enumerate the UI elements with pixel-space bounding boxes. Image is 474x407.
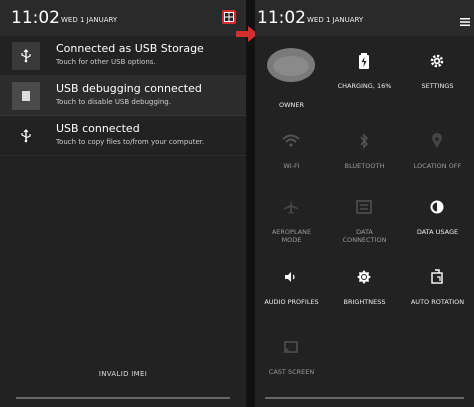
usb-icon bbox=[12, 122, 40, 150]
tile-data-connection[interactable]: DATA CONNECTION bbox=[328, 190, 401, 250]
battery-charging-icon bbox=[354, 51, 374, 71]
status-header: 11:02 WED 1 JANUARY bbox=[0, 0, 246, 36]
tile-auto-rotation[interactable]: AUTO ROTATION bbox=[401, 260, 474, 320]
data-usage-icon bbox=[427, 197, 447, 217]
clock-time: 11:02 bbox=[257, 8, 306, 28]
tile-label: AEROPLANE MODE bbox=[271, 228, 312, 244]
bottom-handle[interactable] bbox=[265, 397, 464, 399]
tile-label: BLUETOOTH bbox=[344, 162, 385, 170]
data-connection-icon bbox=[354, 197, 374, 217]
tile-label: AUDIO PROFILES bbox=[264, 298, 319, 306]
usb-icon bbox=[12, 42, 40, 70]
tile-wifi[interactable]: WI-FI bbox=[255, 124, 328, 184]
clock-time: 11:02 bbox=[11, 8, 60, 28]
tile-location[interactable]: LOCATION OFF bbox=[401, 124, 474, 184]
tile-aeroplane-mode[interactable]: AEROPLANE MODE bbox=[255, 190, 328, 250]
clock-date: WED 1 JANUARY bbox=[61, 16, 118, 24]
gear-icon bbox=[427, 51, 447, 71]
wifi-icon bbox=[281, 131, 301, 151]
notification-usb-storage[interactable]: Connected as USB Storage Touch for other… bbox=[0, 36, 246, 76]
notification-usb-debugging[interactable]: USB debugging connected Touch to disable… bbox=[0, 76, 246, 116]
notification-title: Connected as USB Storage bbox=[56, 42, 204, 55]
auto-rotation-icon bbox=[427, 267, 447, 287]
screenshot-root: 11:02 WED 1 JANUARY Connected as USB Sto… bbox=[0, 0, 474, 407]
owner-avatar-icon bbox=[267, 48, 315, 82]
tile-label: OWNER bbox=[278, 101, 305, 109]
debugging-icon bbox=[12, 82, 40, 110]
tile-brightness[interactable]: BRIGHTNESS bbox=[328, 260, 401, 320]
tile-label: BRIGHTNESS bbox=[343, 298, 386, 306]
bluetooth-icon bbox=[354, 131, 374, 151]
audio-profiles-icon bbox=[281, 267, 301, 287]
clock-date: WED 1 JANUARY bbox=[307, 16, 364, 24]
notification-subtitle: Touch to copy files to/from your compute… bbox=[56, 138, 205, 146]
tile-label: CAST SCREEN bbox=[268, 368, 315, 376]
notification-panel: 11:02 WED 1 JANUARY Connected as USB Sto… bbox=[0, 0, 246, 407]
notification-subtitle: Touch for other USB options. bbox=[56, 58, 156, 66]
tile-label: WI-FI bbox=[283, 162, 300, 170]
tile-settings[interactable]: SETTINGS bbox=[401, 44, 474, 104]
tile-label: DATA CONNECTION bbox=[342, 228, 387, 244]
quick-settings-icon bbox=[225, 13, 233, 21]
status-header: 11:02 WED 1 JANUARY bbox=[255, 0, 474, 36]
cast-screen-icon bbox=[281, 337, 301, 357]
tile-label: LOCATION OFF bbox=[413, 162, 462, 170]
bottom-handle[interactable] bbox=[16, 397, 230, 399]
invalid-imei-label: INVALID IMEI bbox=[98, 370, 148, 378]
notification-subtitle: Touch to disable USB debugging. bbox=[56, 98, 171, 106]
notification-title: USB debugging connected bbox=[56, 82, 202, 95]
tile-charging[interactable]: CHARGING, 16% bbox=[328, 44, 401, 104]
tile-label: SETTINGS bbox=[421, 82, 454, 90]
notification-title: USB connected bbox=[56, 122, 140, 135]
tile-owner[interactable]: OWNER bbox=[255, 44, 328, 109]
location-icon bbox=[427, 131, 447, 151]
notification-usb-connected[interactable]: USB connected Touch to copy files to/fro… bbox=[0, 116, 246, 156]
brightness-icon bbox=[354, 267, 374, 287]
tile-cast-screen[interactable]: CAST SCREEN bbox=[255, 330, 328, 390]
tile-data-usage[interactable]: DATA USAGE bbox=[401, 190, 474, 250]
tile-label: DATA USAGE bbox=[416, 228, 459, 236]
tile-bluetooth[interactable]: BLUETOOTH bbox=[328, 124, 401, 184]
airplane-icon bbox=[281, 197, 301, 217]
quick-settings-panel: 11:02 WED 1 JANUARY OWNER CHARGING, 16% … bbox=[255, 0, 474, 407]
quick-settings-toggle-button[interactable] bbox=[222, 10, 236, 24]
menu-icon[interactable] bbox=[460, 12, 470, 26]
tile-audio-profiles[interactable]: AUDIO PROFILES bbox=[255, 260, 328, 320]
tile-label: CHARGING, 16% bbox=[337, 82, 392, 90]
tile-label: AUTO ROTATION bbox=[410, 298, 465, 306]
